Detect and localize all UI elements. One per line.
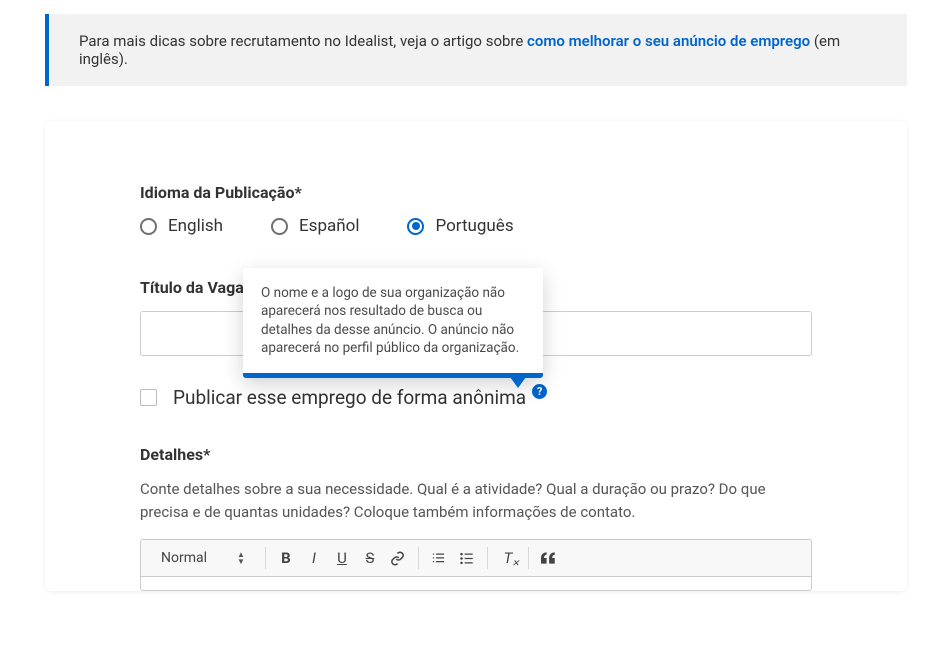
clear-format-button[interactable]: T✕	[494, 544, 522, 572]
unordered-list-button[interactable]	[453, 544, 481, 572]
bold-button[interactable]: B	[272, 544, 300, 572]
toolbar-divider	[418, 547, 419, 569]
radio-icon	[407, 218, 424, 235]
italic-button[interactable]: I	[300, 544, 328, 572]
ordered-list-button[interactable]	[425, 544, 453, 572]
toolbar-divider	[487, 547, 488, 569]
ordered-list-icon	[431, 551, 446, 566]
radio-icon	[140, 218, 157, 235]
underline-button[interactable]: U	[328, 544, 356, 572]
chevron-updown-icon: ▲▼	[237, 551, 245, 565]
radio-label: Português	[435, 216, 513, 236]
language-radio-group: English Español Português	[140, 216, 812, 236]
anonymous-label: Publicar esse emprego de forma anônima	[173, 386, 526, 409]
details-label: Detalhes*	[140, 445, 812, 464]
anonymous-tooltip: O nome e a logo de sua organização não a…	[243, 268, 543, 378]
blockquote-button[interactable]	[535, 544, 563, 572]
tip-text-pre: Para mais dicas sobre recrutamento no Id…	[79, 32, 527, 50]
toolbar-divider	[265, 547, 266, 569]
strikethrough-button[interactable]: S	[356, 544, 384, 572]
help-icon[interactable]: ?	[532, 384, 547, 399]
editor-content[interactable]	[140, 577, 812, 591]
language-label: Idioma da Publicação*	[140, 183, 812, 202]
editor-toolbar: Normal ▲▼ B I U S T✕	[140, 539, 812, 577]
link-icon	[390, 551, 405, 566]
details-help-text: Conte detalhes sobre a sua necessidade. …	[140, 478, 812, 523]
style-dropdown[interactable]: Normal ▲▼	[147, 540, 259, 576]
tip-link[interactable]: como melhorar o seu anúncio de emprego	[527, 32, 810, 50]
anonymous-row: O nome e a logo de sua organização não a…	[140, 386, 812, 409]
form-card: Idioma da Publicação* English Español Po…	[45, 121, 907, 591]
anonymous-checkbox[interactable]	[140, 389, 157, 406]
link-button[interactable]	[384, 544, 412, 572]
radio-english[interactable]: English	[140, 216, 223, 236]
radio-icon	[271, 218, 288, 235]
tip-banner: Para mais dicas sobre recrutamento no Id…	[45, 14, 907, 86]
toolbar-divider	[528, 547, 529, 569]
style-dropdown-label: Normal	[161, 550, 207, 566]
radio-espanol[interactable]: Español	[271, 216, 359, 236]
radio-label: English	[168, 216, 223, 236]
radio-label: Español	[299, 216, 359, 236]
radio-portugues[interactable]: Português	[407, 216, 513, 236]
unordered-list-icon	[459, 551, 474, 566]
quote-icon	[541, 552, 556, 564]
